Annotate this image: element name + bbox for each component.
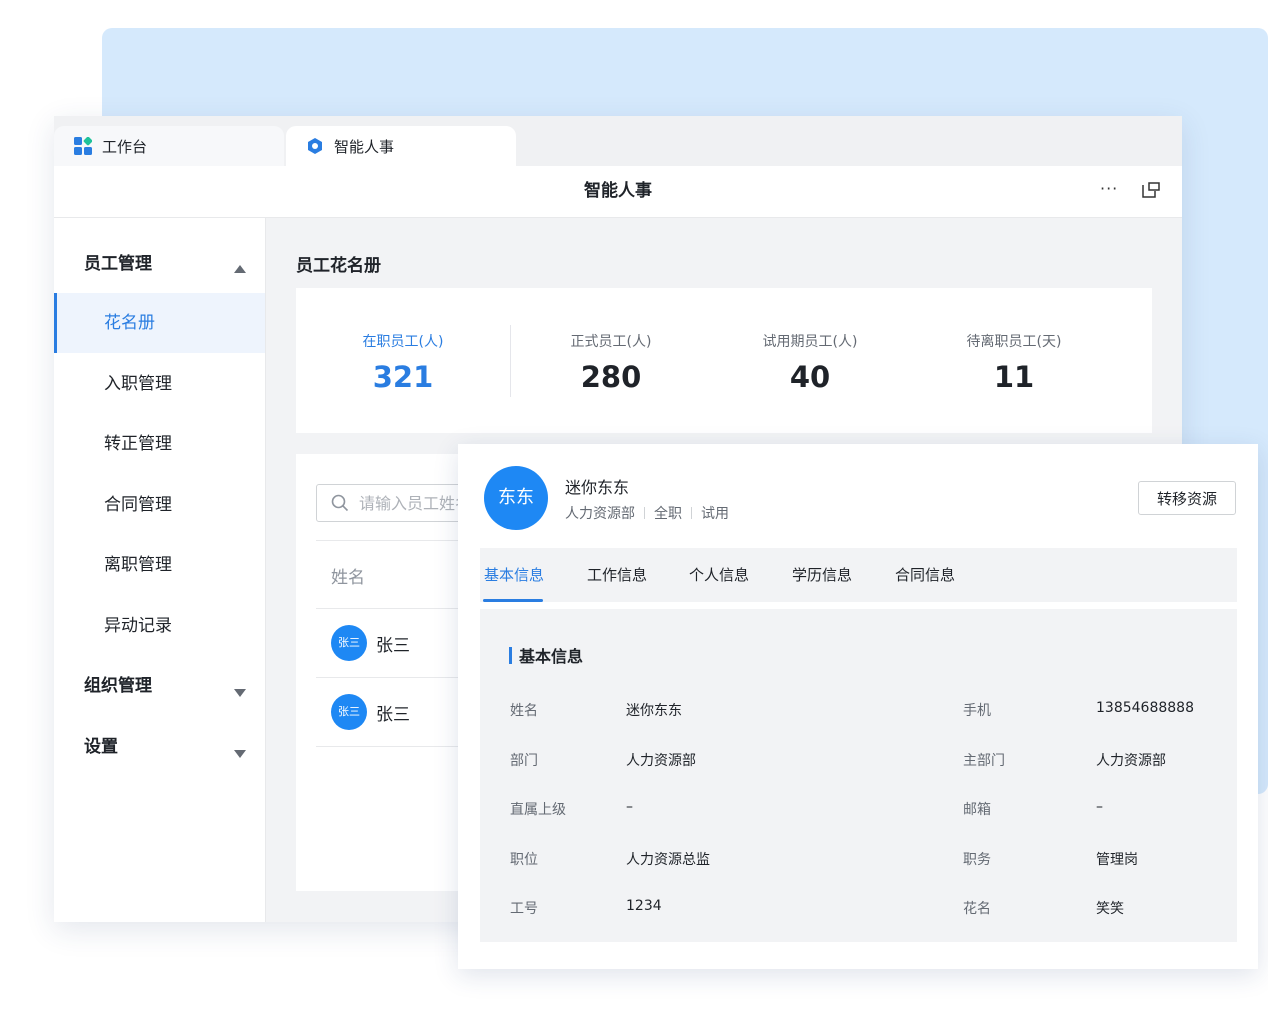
employee-name: 张三 bbox=[376, 705, 410, 725]
sidebar-item-label: 转正管理 bbox=[104, 434, 172, 454]
employee-detail-panel: 东东 迷你东东 人力资源部 全职 试用 转移资源 基本信息 工作信息 个人信息 … bbox=[458, 444, 1258, 969]
field-value: 人力资源部 bbox=[626, 753, 696, 769]
sidebar-group-label: 组织管理 bbox=[84, 676, 152, 696]
employee-name: 张三 bbox=[376, 636, 410, 656]
tab-basic-info[interactable]: 基本信息 bbox=[484, 548, 544, 602]
basic-info-section: 基本信息 姓名 迷你东东 手机 13854688888 部门 人力资源部 主部门… bbox=[480, 609, 1237, 942]
field-value: 管理岗 bbox=[1096, 852, 1138, 868]
meta-employment-type: 全职 bbox=[654, 506, 682, 522]
field-value: 1234 bbox=[626, 898, 662, 914]
stat-probation-employees[interactable]: 试用期员工(人) 40 bbox=[711, 288, 909, 433]
sidebar-item-label: 入职管理 bbox=[104, 374, 172, 394]
caret-down-icon[interactable] bbox=[234, 682, 246, 701]
column-name-header: 姓名 bbox=[331, 568, 365, 588]
sidebar-item-label: 异动记录 bbox=[104, 616, 172, 636]
field-label: 工号 bbox=[510, 901, 538, 917]
stat-value: 321 bbox=[372, 360, 434, 394]
tab-education-info[interactable]: 学历信息 bbox=[792, 548, 852, 602]
tab-label: 智能人事 bbox=[334, 137, 395, 156]
field-value: 笑笑 bbox=[1096, 901, 1124, 917]
more-icon[interactable]: ··· bbox=[1100, 179, 1118, 198]
sidebar-group-label: 员工管理 bbox=[84, 254, 152, 274]
caret-down-icon[interactable] bbox=[234, 743, 246, 762]
sidebar: 员工管理 花名册 入职管理 转正管理 合同管理 离职管理 异动记录 组织管理 设… bbox=[54, 218, 266, 922]
field-value: 人力资源部 bbox=[1096, 753, 1166, 769]
stat-value: 11 bbox=[993, 360, 1035, 394]
tab-workbench[interactable]: 工作台 bbox=[54, 126, 284, 166]
window-title: 智能人事 bbox=[584, 181, 652, 201]
divider bbox=[691, 507, 692, 519]
sidebar-group-settings[interactable]: 设置 bbox=[84, 735, 118, 759]
sidebar-item-label: 花名册 bbox=[104, 313, 155, 333]
meta-status: 试用 bbox=[701, 506, 729, 522]
section-title: 基本信息 bbox=[509, 643, 583, 667]
tab-bar: 工作台 智能人事 bbox=[54, 116, 1182, 166]
field-value: 迷你东东 bbox=[626, 703, 682, 719]
section-title-text: 基本信息 bbox=[519, 647, 584, 666]
tab-work-info[interactable]: 工作信息 bbox=[587, 548, 647, 602]
sidebar-item-label: 离职管理 bbox=[104, 555, 172, 575]
stat-label: 在职员工(人) bbox=[362, 334, 444, 350]
stat-active-employees[interactable]: 在职员工(人) 321 bbox=[296, 288, 510, 433]
employee-name: 迷你东东 bbox=[565, 478, 630, 497]
sidebar-item-contract[interactable]: 合同管理 bbox=[54, 475, 265, 535]
avatar: 张三 bbox=[331, 694, 367, 730]
sidebar-group-employee[interactable]: 员工管理 bbox=[84, 252, 152, 276]
sidebar-item-changes[interactable]: 异动记录 bbox=[54, 596, 265, 656]
divider bbox=[644, 507, 645, 519]
stat-value: 280 bbox=[580, 360, 642, 394]
avatar: 张三 bbox=[331, 625, 367, 661]
sidebar-item-roster[interactable]: 花名册 bbox=[54, 293, 265, 353]
page-title: 员工花名册 bbox=[296, 256, 381, 276]
stat-pending-resignation[interactable]: 待离职员工(天) 11 bbox=[909, 288, 1119, 433]
field-label: 邮箱 bbox=[963, 802, 991, 818]
field-label: 职务 bbox=[963, 852, 991, 868]
transfer-resources-button[interactable]: 转移资源 bbox=[1138, 481, 1236, 515]
field-label: 部门 bbox=[510, 753, 538, 769]
meta-department: 人力资源部 bbox=[565, 506, 635, 522]
field-label: 直属上级 bbox=[510, 802, 566, 818]
search-icon bbox=[331, 494, 349, 512]
field-label: 姓名 bbox=[510, 703, 538, 719]
field-value: 人力资源总监 bbox=[626, 852, 710, 868]
field-label: 手机 bbox=[963, 703, 991, 719]
sidebar-group-organization[interactable]: 组织管理 bbox=[84, 674, 152, 698]
stats-card: 在职员工(人) 321 正式员工(人) 280 试用期员工(人) 40 待离职员… bbox=[296, 288, 1152, 433]
sidebar-item-onboarding[interactable]: 入职管理 bbox=[54, 354, 265, 414]
employee-meta: 人力资源部 全职 试用 bbox=[565, 503, 729, 523]
new-window-icon[interactable] bbox=[1142, 182, 1160, 202]
active-tab-indicator bbox=[483, 599, 543, 602]
sidebar-item-label: 合同管理 bbox=[104, 495, 172, 515]
stat-value: 40 bbox=[789, 360, 831, 394]
sidebar-group-label: 设置 bbox=[84, 737, 118, 757]
caret-up-icon[interactable] bbox=[234, 258, 246, 277]
stat-label: 正式员工(人) bbox=[570, 334, 652, 350]
field-label: 主部门 bbox=[963, 753, 1005, 769]
gear-icon bbox=[306, 137, 324, 155]
field-label: 花名 bbox=[963, 901, 991, 917]
tab-label: 工作台 bbox=[102, 137, 148, 156]
field-value: – bbox=[1096, 799, 1103, 815]
stat-formal-employees[interactable]: 正式员工(人) 280 bbox=[511, 288, 711, 433]
detail-tabs: 基本信息 工作信息 个人信息 学历信息 合同信息 bbox=[480, 548, 1237, 602]
sidebar-item-resignation[interactable]: 离职管理 bbox=[54, 535, 265, 595]
sidebar-item-regularization[interactable]: 转正管理 bbox=[54, 414, 265, 474]
avatar: 东东 bbox=[484, 466, 548, 530]
section-accent-bar bbox=[509, 646, 512, 664]
field-label: 职位 bbox=[510, 852, 538, 868]
title-bar: 智能人事 ··· bbox=[54, 166, 1182, 218]
tab-personal-info[interactable]: 个人信息 bbox=[689, 548, 749, 602]
grid-apps-icon bbox=[74, 137, 92, 155]
tab-smart-hr[interactable]: 智能人事 bbox=[286, 126, 516, 166]
stat-label: 试用期员工(人) bbox=[762, 334, 858, 350]
field-value: 13854688888 bbox=[1096, 700, 1194, 716]
field-value: – bbox=[626, 799, 633, 815]
stat-label: 待离职员工(天) bbox=[966, 334, 1062, 350]
tab-contract-info[interactable]: 合同信息 bbox=[895, 548, 955, 602]
